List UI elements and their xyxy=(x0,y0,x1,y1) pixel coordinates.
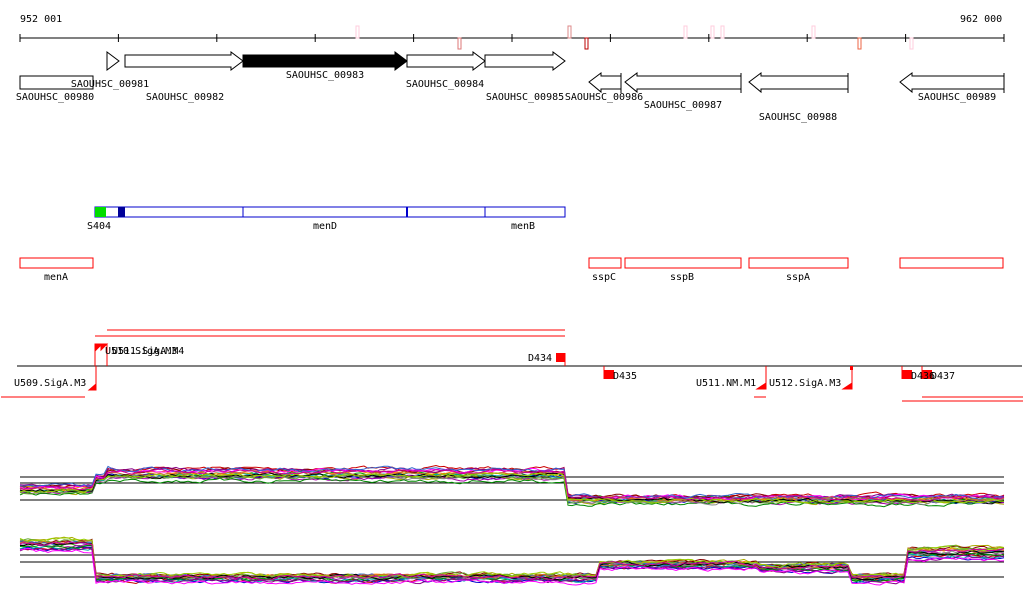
snp-marker[interactable] xyxy=(355,25,360,39)
operon-start-mark xyxy=(95,207,106,217)
feature-label[interactable]: U511.SigA.M4 xyxy=(112,346,184,357)
gene-SAOUHSC_00984[interactable] xyxy=(406,51,486,71)
feature-label[interactable]: D434 xyxy=(528,353,552,364)
gene-label[interactable]: SAOUHSC_00986 xyxy=(565,92,643,103)
gene-label[interactable]: SAOUHSC_00985 xyxy=(486,92,564,103)
feature-label[interactable]: U509.SigA.M3 xyxy=(14,378,86,389)
gene-label[interactable]: SAOUHSC_00988 xyxy=(759,112,837,123)
gene-SAOUHSC_00982[interactable] xyxy=(124,51,244,71)
snp-marker[interactable] xyxy=(457,37,462,50)
gene-SAOUHSC_00987[interactable] xyxy=(624,72,742,94)
gene-SAOUHSC_00988[interactable] xyxy=(748,72,849,94)
operon-track: S404 menD menB xyxy=(87,206,566,232)
expression-line xyxy=(19,538,1005,578)
snp-marker[interactable] xyxy=(811,25,816,39)
expression-line xyxy=(19,473,1005,504)
gene-name-box[interactable] xyxy=(899,257,1004,269)
gene-SAOUHSC_00986[interactable] xyxy=(588,72,622,94)
gene-name-label: sspA xyxy=(786,272,810,283)
snp-marker[interactable] xyxy=(683,25,688,39)
start-coordinate: 952 001 xyxy=(20,14,62,25)
gene-name-label: sspB xyxy=(670,272,694,283)
operon-label: menB xyxy=(511,221,535,232)
operon-mark xyxy=(118,207,125,217)
gene-SAOUHSC_00985[interactable] xyxy=(484,51,566,71)
scale-ruler xyxy=(19,25,1005,50)
expression-line xyxy=(19,538,1005,579)
snp-marker[interactable] xyxy=(720,25,725,39)
gene-label[interactable]: SAOUHSC_00983 xyxy=(286,70,364,81)
gene-SAOUHSC_00981[interactable] xyxy=(106,51,120,71)
gene-label[interactable]: SAOUHSC_00987 xyxy=(644,100,722,111)
gene-label[interactable]: SAOUHSC_00981 xyxy=(71,79,149,90)
operon-box[interactable] xyxy=(94,206,566,218)
snp-marker[interactable] xyxy=(857,37,862,50)
gene-name-label: sspC xyxy=(592,272,616,283)
gene-SAOUHSC_00989[interactable] xyxy=(899,72,1005,94)
gene-label[interactable]: SAOUHSC_00980 xyxy=(16,92,94,103)
operon-label: S404 xyxy=(87,221,111,232)
snp-marker[interactable] xyxy=(567,25,572,39)
expression-plot-forward xyxy=(19,464,1005,508)
gene-track: SAOUHSC_00980 SAOUHSC_00981 SAOUHSC_00982 S… xyxy=(16,51,1005,123)
snp-marker[interactable] xyxy=(584,37,589,50)
gene-SAOUHSC_00983[interactable] xyxy=(242,51,408,71)
feature-label[interactable]: D437 xyxy=(931,371,955,382)
gene-name-box[interactable] xyxy=(624,257,742,269)
gene-name-label: menA xyxy=(44,272,68,283)
gene-name-track: menA sspC sspB sspA xyxy=(19,257,1004,283)
feature-label[interactable]: U511.NM.M1 xyxy=(696,378,756,389)
gene-name-box[interactable] xyxy=(748,257,849,269)
operon-label: menD xyxy=(313,221,337,232)
snp-marker[interactable] xyxy=(909,37,914,50)
genome-browser-view: 952 001 962 000 SAOUHSC_00980SAOUHSC_009… xyxy=(1,14,1023,586)
gene-name-box[interactable] xyxy=(19,257,94,269)
gene-label[interactable]: SAOUHSC_00989 xyxy=(918,92,996,103)
expression-line xyxy=(19,537,1005,579)
gene-label[interactable]: SAOUHSC_00984 xyxy=(406,79,484,90)
gene-label[interactable]: SAOUHSC_00982 xyxy=(146,92,224,103)
expression-plot-reverse xyxy=(19,536,1005,586)
feature-label[interactable]: D435 xyxy=(613,371,637,382)
gene-name-box[interactable] xyxy=(588,257,622,269)
snp-marker[interactable] xyxy=(710,25,715,39)
expression-line xyxy=(19,536,1005,578)
feature-track: U510.SigA.M3 U511.SigA.M4 D434 U509.SigA… xyxy=(1,329,1023,402)
feature-label[interactable]: U512.SigA.M3 xyxy=(769,378,841,389)
end-coordinate: 962 000 xyxy=(960,14,1002,25)
